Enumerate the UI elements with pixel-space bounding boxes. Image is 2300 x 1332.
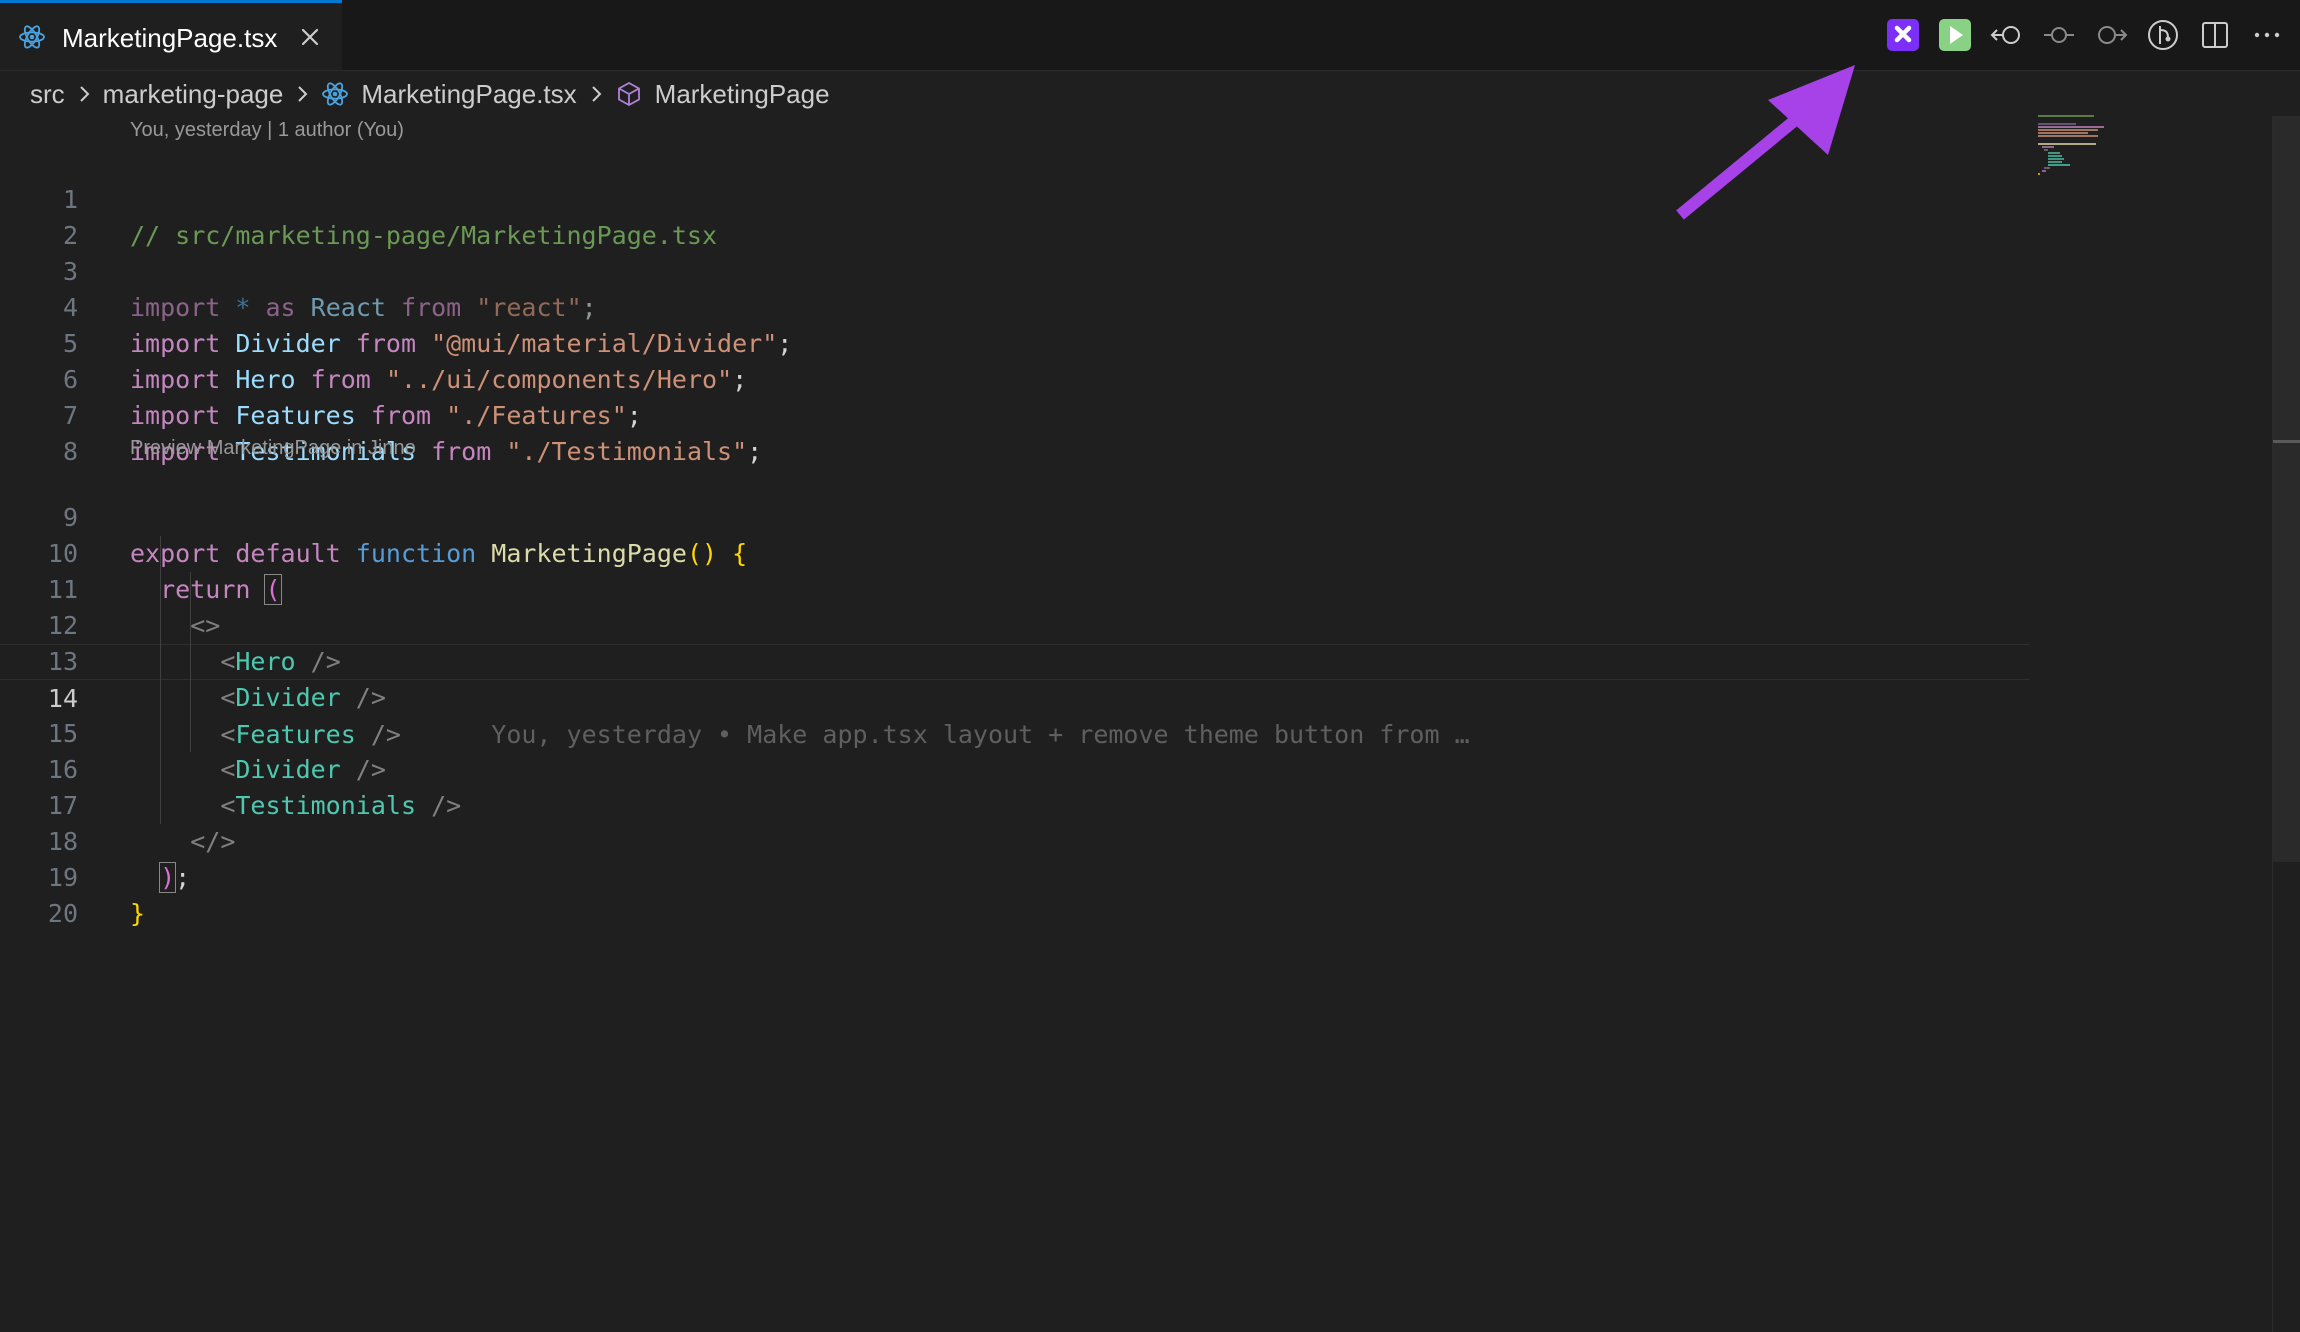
jinno-icon [1887,19,1919,51]
code-line: 9 export default function MarketingPage(… [0,464,2030,568]
string: "./Testimonials" [506,437,748,466]
tab-label: MarketingPage.tsx [62,23,278,53]
line-number: 20 [47,899,78,928]
code-line: 13 <Divider /> [0,608,2030,712]
code-line: 4 import Divider from "@mui/material/Div… [0,254,2030,358]
commit-icon [2044,27,2074,43]
code-line: 8 [0,398,2030,466]
code-line: 19 } [0,824,2030,928]
codelens-preview-jinno[interactable]: Preview MarketingPage in Jinno [130,434,416,462]
go-back-icon [1990,26,2020,44]
tab-bar: MarketingPage.tsx [0,0,2300,71]
code-line: 5 import Hero from "../ui/components/Her… [0,290,2030,394]
symbol-method-icon [617,81,640,107]
scrollbar-thumb[interactable] [2273,116,2300,862]
breadcrumb-symbol-label: MarketingPage [654,78,830,109]
scrollbar-cursor-marker [2273,440,2300,443]
code-line-current: 14 <Features /> You, yesterday • Make ap… [0,644,2030,749]
code-editor[interactable]: You, yesterday | 1 author (You) 1 // src… [0,116,2272,1326]
indent-guide [190,572,191,752]
keyword: from [431,437,492,466]
run-icon [1939,19,1971,51]
minimap[interactable] [2036,112,2146,192]
line-content: } [130,896,145,932]
breadcrumb-file-label: MarketingPage.tsx [361,78,577,109]
go-forward-icon [2098,26,2128,44]
split-editor-button[interactable] [2196,16,2234,54]
code-line: 16 <Testimonials /> [0,716,2030,820]
run-button[interactable] [1936,16,1974,54]
git-compare-button[interactable] [2144,16,2182,54]
code-line: 6 import Features from "./Features"; [0,326,2030,430]
brace: } [130,899,146,928]
punctuation: ; [747,437,763,466]
react-icon [322,82,349,106]
chevron-right-icon [591,86,602,102]
code-line: 12 <Hero /> [0,572,2030,676]
breadcrumb-item-file[interactable]: MarketingPage.tsx [321,78,577,110]
code-line: 7 import Testimonials from "./Testimonia… [0,362,2030,466]
go-back-button[interactable] [1988,16,2026,54]
tab-marketingpage[interactable]: MarketingPage.tsx [0,0,342,70]
breadcrumb-item-symbol[interactable]: MarketingPage [615,79,830,110]
breadcrumb: src marketing-page MarketingPage.tsx Mar… [30,74,830,114]
vertical-scrollbar[interactable] [2272,116,2300,1332]
more-actions-icon [2254,32,2280,38]
code-line: 17 </> [0,752,2030,856]
chevron-right-icon [79,86,90,102]
chevron-right-icon [298,86,308,102]
code-line: 10 return ( [0,500,2030,605]
breadcrumb-item-src[interactable]: src [30,79,65,110]
go-forward-button[interactable] [2092,16,2130,54]
code-line: 18 ); [0,788,2030,893]
annotation-arrow-icon [1676,65,1855,220]
split-editor-icon [2202,22,2228,48]
indent-guide [160,536,161,824]
editor-actions [1870,16,2286,54]
react-icon [19,25,45,49]
more-actions-button[interactable] [2248,16,2286,54]
jinno-button[interactable] [1884,16,1922,54]
code-line: 11 <> [0,536,2030,640]
git-compare-icon [2148,20,2178,50]
code-line: 15 <Divider /> [0,680,2030,784]
commit-button[interactable] [2040,16,2078,54]
code-line: 20 [0,860,2030,928]
close-icon[interactable] [298,25,322,49]
breadcrumb-item-folder[interactable]: marketing-page [103,79,284,110]
codelens-blame[interactable]: You, yesterday | 1 author (You) [130,116,404,144]
editor-window: MarketingPage.tsx src marketing-page Mar… [0,0,2300,1332]
